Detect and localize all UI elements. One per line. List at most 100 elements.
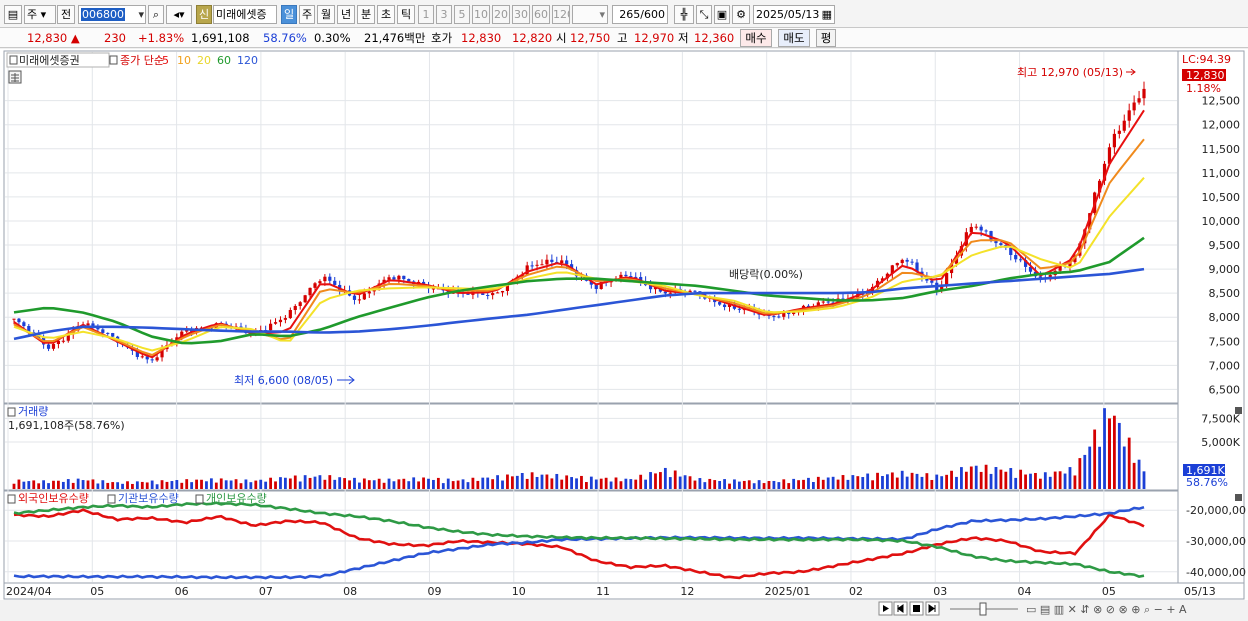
volume-bar xyxy=(121,483,124,489)
volume-bar xyxy=(392,481,396,489)
period-minute[interactable]: 분 xyxy=(357,5,375,24)
interval-1[interactable]: 1 xyxy=(418,5,434,24)
candle-up xyxy=(397,275,401,280)
save-icon[interactable]: ▣ xyxy=(714,5,730,24)
price-tick-label: 10,500 xyxy=(1202,191,1241,204)
holdings-panel-close-icon[interactable] xyxy=(1235,494,1242,501)
buy-button[interactable]: 매수 xyxy=(740,29,772,47)
candle-down xyxy=(984,230,988,232)
volume-panel-close-icon[interactable] xyxy=(1235,407,1242,414)
price-panel xyxy=(3,50,1179,404)
volume-bar xyxy=(303,475,307,489)
interval-20[interactable]: 20 xyxy=(492,5,510,24)
layout-icon[interactable]: ▤ xyxy=(4,5,22,24)
period-month[interactable]: 월 xyxy=(317,5,335,24)
volume-bar xyxy=(126,481,129,489)
volume-bar xyxy=(979,471,983,489)
speaker-icon[interactable]: ◂▾ xyxy=(166,5,192,24)
price-tick-label: 12,000 xyxy=(1202,119,1241,132)
date-field[interactable]: 2025/05/13 ▦ xyxy=(753,5,835,24)
volume-bar xyxy=(1063,473,1067,489)
volume-bar xyxy=(293,475,297,489)
volume-bar xyxy=(604,477,608,489)
price-tick-label: 6,500 xyxy=(1209,383,1241,396)
volume-bar xyxy=(649,472,652,489)
volume-bar xyxy=(1053,471,1057,489)
price-tick-label: 9,500 xyxy=(1209,239,1241,252)
bottom-tool-icons[interactable]: ▭ ▤ ▥ ✕ ⇵ ⊗ ⊘ ⊗ ⊕ ⌕ − + A xyxy=(1026,603,1187,616)
period-year[interactable]: 년 xyxy=(337,5,355,24)
candle-up xyxy=(821,301,825,303)
period-second[interactable]: 초 xyxy=(377,5,395,24)
interval-30[interactable]: 30 xyxy=(512,5,530,24)
volume-bar xyxy=(895,477,899,489)
interval-3[interactable]: 3 xyxy=(436,5,452,24)
volume-bar xyxy=(974,465,978,489)
candle-down xyxy=(930,280,934,283)
period-day[interactable]: 일 xyxy=(281,5,297,24)
volume-bar xyxy=(1117,422,1121,489)
volume-bar xyxy=(1038,478,1042,489)
avg-price-button[interactable]: 평 xyxy=(816,29,836,47)
gear-icon[interactable]: ⚙ xyxy=(732,5,750,24)
candle-up xyxy=(1112,133,1116,148)
volume-bar xyxy=(989,473,993,489)
chart-area: 6,500 7,000 7,500 8,000 8,500 9,000 9,500 10,00… xyxy=(0,49,1248,621)
volume-bar xyxy=(283,477,287,489)
calendar-icon[interactable]: ▦ xyxy=(822,6,832,23)
volume-bar xyxy=(1019,469,1023,489)
volume-bar xyxy=(180,482,184,489)
volume-bar xyxy=(209,478,213,489)
volume-bar xyxy=(17,479,21,489)
candle-up xyxy=(61,340,65,342)
volume-bar xyxy=(693,480,697,489)
interval-10[interactable]: 10 xyxy=(472,5,490,24)
volume-bar xyxy=(486,477,490,489)
volume-bar xyxy=(585,482,588,489)
chart-window: ▤ 주 ▾ 전 006800 ▾ ⌕ ◂▾ 신 미래에셋증 일 주 월 년 분 초… xyxy=(0,0,1248,621)
high-price: 12,970 xyxy=(634,31,675,45)
prev-button[interactable]: 전 xyxy=(57,5,75,24)
volume-bar xyxy=(728,483,731,489)
stock-code-input[interactable]: 006800 ▾ xyxy=(78,5,146,24)
volume-bar xyxy=(190,482,194,489)
candle-up xyxy=(387,277,391,280)
period-tick[interactable]: 틱 xyxy=(397,5,415,24)
market-select[interactable]: 주 ▾ xyxy=(24,5,56,24)
interval-120[interactable]: 120 xyxy=(552,5,570,24)
volume-bar xyxy=(1132,462,1136,489)
volume-spike-bar xyxy=(1107,418,1111,489)
volume-bar xyxy=(47,483,50,489)
search-icon[interactable]: ⌕ xyxy=(148,5,164,24)
stock-name-field[interactable]: 미래에셋증 xyxy=(213,5,277,24)
candle-up xyxy=(969,226,973,233)
interval-dropdown[interactable]: ▾ xyxy=(572,5,608,24)
zoom-slider-handle[interactable] xyxy=(979,602,987,616)
volume-bar xyxy=(560,479,564,489)
volume-bar xyxy=(915,473,919,489)
volume-bar xyxy=(589,476,593,489)
candle-up xyxy=(1122,120,1126,131)
volume-bar xyxy=(348,480,351,489)
volume-bar xyxy=(1029,473,1032,489)
volume-bar xyxy=(150,480,154,489)
candle-count-field[interactable]: 265/600 xyxy=(612,5,668,24)
stock-chart[interactable]: 6,500 7,000 7,500 8,000 8,500 9,000 9,500 10,00… xyxy=(0,49,1248,621)
candle-type-icon[interactable]: ╬ xyxy=(674,5,694,24)
volume-bar xyxy=(382,482,386,489)
volume-bar xyxy=(545,474,549,489)
volume-bar xyxy=(42,480,46,489)
candle-down xyxy=(989,231,993,240)
interval-60[interactable]: 60 xyxy=(532,5,550,24)
period-week[interactable]: 주 xyxy=(299,5,315,24)
volume-bar xyxy=(821,479,825,489)
volume-bar xyxy=(683,475,687,489)
candle-down xyxy=(150,359,154,361)
interval-5[interactable]: 5 xyxy=(454,5,470,24)
candle-up xyxy=(362,293,366,300)
volume-bar xyxy=(185,479,189,489)
sell-button[interactable]: 매도 xyxy=(778,29,810,47)
draw-tool-icon[interactable]: ⤡ xyxy=(696,5,712,24)
credit-badge: 신 xyxy=(196,5,212,24)
legend-ma-square-icon xyxy=(109,55,118,65)
